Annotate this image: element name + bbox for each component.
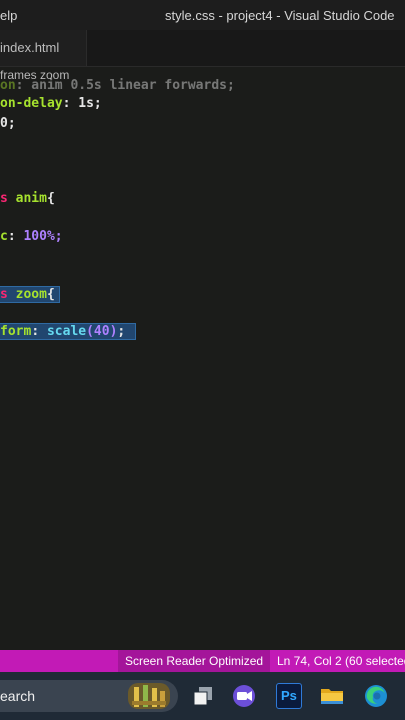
screen-reader-status[interactable]: Screen Reader Optimized <box>118 650 271 672</box>
taskbar: earch Ps <box>0 672 405 720</box>
code-line: c: 100%; <box>0 229 63 244</box>
code-line: 0; <box>0 116 16 131</box>
code-property: on <box>0 78 16 93</box>
tab-bar: index.html <box>0 30 405 67</box>
code-colon: : <box>31 324 40 339</box>
code-keyword: s <box>0 191 8 206</box>
taskbar-search[interactable]: earch <box>0 680 178 712</box>
code-keyword: s <box>0 287 8 302</box>
tab-index-html[interactable]: index.html <box>0 30 87 66</box>
window-title: style.css - project4 - Visual Studio Cod… <box>165 8 395 23</box>
code-semicolon: ; <box>117 324 126 339</box>
code-function: scale <box>46 324 87 339</box>
status-bar: Screen Reader Optimized Ln 74, Col 2 (60… <box>0 650 405 672</box>
code-editor[interactable]: on: anim 0.5s linear forwards; on-delay:… <box>0 78 405 650</box>
code-property: c <box>0 229 8 244</box>
search-label: earch <box>0 688 36 704</box>
tab-label: index.html <box>0 40 60 55</box>
code-line: on: anim 0.5s linear forwards; <box>0 78 235 93</box>
code-value: 100%; <box>23 229 63 244</box>
code-identifier: anim <box>15 191 47 206</box>
code-brace: { <box>46 287 55 302</box>
cursor-position[interactable]: Ln 74, Col 2 (60 selected) <box>270 650 405 672</box>
code-line-selected: form: scale(40); <box>0 323 137 340</box>
code-identifier: zoom <box>15 287 47 302</box>
menu-help[interactable]: elp <box>0 8 17 23</box>
code-property: form <box>0 324 32 339</box>
title-bar: elp style.css - project4 - Visual Studio… <box>0 0 405 30</box>
search-highlight-icon <box>128 683 170 709</box>
task-view-icon[interactable] <box>190 683 216 709</box>
file-explorer-icon[interactable] <box>319 683 345 709</box>
code-line: s anim{ <box>0 191 55 206</box>
code-argument: (40) <box>86 324 118 339</box>
edge-browser-icon[interactable] <box>363 683 389 709</box>
code-value: : 1s; <box>62 96 102 111</box>
code-colon: : <box>7 229 16 244</box>
photoshop-icon[interactable]: Ps <box>276 683 302 709</box>
code-brace: { <box>46 191 55 206</box>
code-property: on-delay <box>0 96 63 111</box>
meet-camera-icon[interactable] <box>231 683 257 709</box>
code-value: 0; <box>0 116 16 131</box>
photoshop-label: Ps <box>281 688 297 703</box>
code-line-selected: s zoom{ <box>0 286 60 303</box>
code-line: on-delay: 1s; <box>0 96 102 111</box>
code-value: : anim 0.5s linear forwards; <box>15 78 235 93</box>
